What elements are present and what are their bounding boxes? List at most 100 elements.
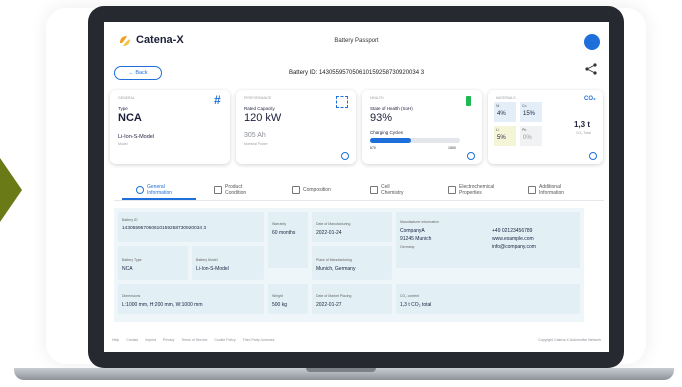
footer-link[interactable]: Imprint [145,338,156,342]
info-icon[interactable] [589,152,597,160]
tab-cell-chemistry[interactable]: Cell Chemistry [370,180,411,200]
flask-icon [448,186,456,194]
dimensions-field: Dimensions L:1000 mm, H:200 mm, W:1000 m… [118,284,264,314]
info-icon[interactable] [467,152,475,160]
field-value: 60 months [272,230,296,236]
field-label: Battery Model [196,258,218,262]
weight-field: Weight 500 kg [268,284,308,314]
tab-label: General Information [147,184,173,196]
material-percent: 15% [523,111,536,117]
footer-copyright: Copyright Catena-X Automotive Network [538,338,601,342]
field-label: Manufacturer information [400,220,439,224]
field-value: Munich, Germany [316,266,356,272]
market-placing-field: Date of Market Placing 2022-01-27 [312,284,392,314]
material-tile: Pb 0% [520,126,542,146]
health-title: State of Health (SoH) [370,106,413,111]
manufacturer-email[interactable]: info@company.com [492,244,536,250]
type-model-value: Li-Ion-S-Model [118,134,155,140]
manufacturer-info-field: Manufacturer information CompanyA 91245 … [396,212,580,268]
field-value: L:1000 mm, H:200 mm, W:1000 mm [122,302,203,308]
type-value: NCA [118,112,142,124]
tab-general-information[interactable]: General Information [136,180,177,200]
health-card-label: HEALTH [370,96,384,100]
capacity-icon [336,96,348,108]
tab-product-condition[interactable]: Product Condition [214,180,255,200]
field-label: Warranty [272,222,287,226]
field-label: Battery ID [122,218,138,222]
material-tile: Ni 4% [494,102,516,122]
field-value: 2022-01-27 [316,302,342,308]
manufacturing-date-field: Date of Manufacturing 2022-01-24 [312,212,392,242]
field-value: 500 kg [272,302,288,308]
page-title: Battery Passport [334,38,379,44]
material-tile: Li 5% [494,126,516,146]
field-value: 143055957050610159258730920034 3 [122,226,207,231]
info-icon[interactable] [341,152,349,160]
flask-icon [370,186,378,194]
cycles-progress-fill [370,138,411,143]
battery-type-field: Battery Type NCA [118,246,188,280]
field-label: Date of Manufacturing [316,222,351,226]
tab-label: Electrochemical Properties [459,184,495,196]
material-percent: 4% [497,111,506,117]
material-tile: Co 15% [520,102,542,122]
capacity-sub-value: 305 Ah [244,132,266,139]
top-bar: Catena-X Battery Passport [104,22,609,62]
footer-link[interactable]: Third Party Licenses [243,338,275,342]
general-information-panel: Battery ID 14305595705061015925873092003… [114,208,584,322]
field-value: NCA [122,266,133,272]
footer-link[interactable]: Help [112,338,119,342]
material-percent: 0% [523,135,532,141]
material-symbol: Pb [522,128,527,132]
manufacturer-name: CompanyA [400,228,425,234]
materials-unit: CO₂ [584,96,596,102]
tab-label: Composition [303,187,331,193]
footer-link[interactable]: Cookie Policy [214,338,235,342]
manufacturer-country: Germany [400,245,415,249]
field-value: 1,3 t CO₂ total [400,302,432,308]
capacity-value: 120 kW [244,112,282,124]
footer-links: Help Contact Imprint Privacy Terms of Se… [112,338,602,342]
tab-electrochemical-properties[interactable]: Electrochemical Properties [448,180,501,200]
manufacturer-web[interactable]: www.example.com [492,236,534,242]
battery-small-icon [292,186,300,194]
materials-card: MATERIALS CO₂ Ni 4% Co 15% Li 5% Pb 0% 1… [488,90,603,164]
footer-link[interactable]: Privacy [163,338,174,342]
co2-content-field: CO₂ content 1,3 t CO₂ total [396,284,580,314]
manufacturer-phone: +49 02123456789 [492,228,533,234]
battery-small-icon [214,186,222,194]
health-card: HEALTH State of Health (SoH) 93% Chargin… [362,90,482,164]
share-icon[interactable] [584,62,598,76]
manufacturer-city: 91245 Munich [400,236,432,242]
type-card-label: GENERAL [118,96,135,100]
cycles-progress-track [370,138,460,143]
laptop-base-notch [306,368,376,372]
co2-weight-label: CO₂ Total [576,131,591,135]
field-label: CO₂ content [400,294,420,298]
cycles-label: Charging Cycles [370,130,404,135]
tab-label: Cell Chemistry [381,184,404,196]
material-symbol: Ni [496,104,500,108]
field-value: Li-Ion-S-Model [196,266,229,272]
footer-link[interactable]: Contact [126,338,138,342]
material-percent: 5% [497,135,506,141]
field-label: Battery Type [122,258,142,262]
capacity-card-label: PERFORMANCE [244,96,272,100]
field-label: Dimensions [122,294,141,298]
user-avatar-button[interactable] [584,34,600,50]
capacity-title: Rated Capacity [244,106,275,111]
cycles-min: 670 [370,146,376,150]
capacity-sub-label: Nominal Power [244,142,268,146]
arrow-pointer-icon [0,158,22,222]
tab-additional-information[interactable]: Additional Information [528,180,575,200]
warranty-field: Warranty 60 months [268,212,308,268]
tab-composition[interactable]: Composition [292,180,331,200]
field-label: Weight [272,294,283,298]
footer-link[interactable]: Terms of Service [181,338,207,342]
laptop-screen: Catena-X Battery Passport ← Back Battery… [104,22,609,352]
battery-id-header: Battery ID: 1430559570506101592587309200… [288,70,425,76]
materials-card-label: MATERIALS [496,96,516,100]
hash-icon: # [214,93,221,107]
material-symbol: Li [496,128,499,132]
document-icon [528,186,536,194]
